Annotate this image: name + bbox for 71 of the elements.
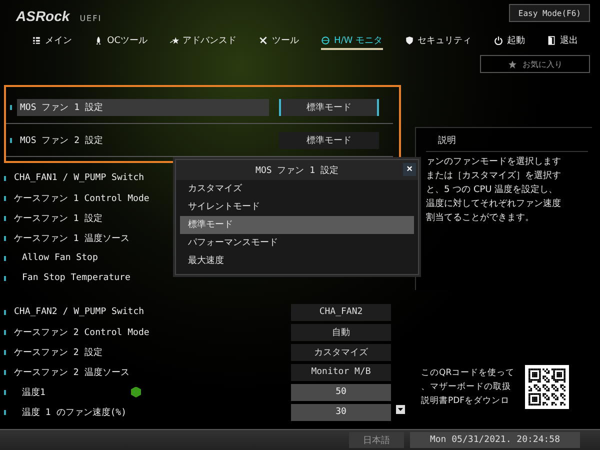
nav-tab[interactable]: H/W モニタ: [320, 32, 382, 50]
row-marker: [4, 390, 6, 394]
value-button[interactable]: 標準モード: [279, 98, 379, 116]
dialog-title: MOS ファン 1 設定: [256, 164, 338, 176]
row-marker: [4, 310, 6, 314]
setting-label[interactable]: ケースファン 2 温度ソース: [11, 364, 291, 380]
row-marker: [4, 350, 6, 354]
nav-tab[interactable]: 起動: [494, 32, 525, 50]
description-text: 割当てることができます。: [426, 212, 535, 225]
description-text: ァンのファンモードを選択します: [426, 156, 562, 169]
nav-tab[interactable]: ツール: [258, 32, 299, 50]
setting-label[interactable]: Fan Stop Temperature: [19, 271, 405, 285]
door-icon: [546, 36, 556, 44]
power-icon: [494, 36, 503, 44]
value-button[interactable]: Monitor M/B: [291, 364, 391, 380]
dialog-option[interactable]: 標準モード: [180, 216, 414, 234]
description-text: または［カスタマイズ］を選択す: [426, 170, 562, 183]
setting-label[interactable]: ケースファン 2 Control Mode: [11, 324, 291, 340]
qr-caption: このQRコードを使って: [421, 367, 515, 380]
setting-label[interactable]: 温度 1 のファン速度(%): [19, 404, 291, 420]
qr-caption: 説明書PDFをダウンロ: [421, 395, 511, 408]
qr-code: [524, 365, 569, 409]
logo-subtitle: UEFI: [80, 14, 102, 23]
row-marker: [4, 256, 6, 260]
qr-caption: 、マザーボードの取扱: [421, 381, 512, 394]
dialog-option[interactable]: パフォーマンスモード: [180, 234, 414, 252]
date-time: Mon 05/31/2021. 20:24:58: [410, 432, 580, 448]
nav-tab[interactable]: メイン: [32, 32, 72, 50]
close-button[interactable]: ×: [403, 163, 416, 176]
value-field[interactable]: 50: [291, 384, 391, 400]
value-button[interactable]: 自動: [291, 324, 391, 340]
nav-tab[interactable]: セキュリティ: [404, 32, 472, 50]
dialog-option[interactable]: 最大速度: [180, 252, 414, 270]
description-text: 温度に対してそれぞれファン速度: [426, 198, 562, 211]
row-marker: [4, 330, 6, 334]
row-marker: [10, 104, 12, 110]
nav-tab[interactable]: アドバンスド: [170, 32, 237, 50]
star-icon: [508, 60, 516, 68]
value-field[interactable]: 30: [291, 404, 391, 420]
favorites-button[interactable]: お気に入り: [480, 55, 590, 73]
language-button[interactable]: 日本語: [349, 432, 404, 448]
nav-tab[interactable]: OCツール: [94, 32, 148, 50]
setting-label[interactable]: 温度1: [19, 384, 131, 400]
row-marker: [4, 370, 6, 374]
star-icon: [170, 36, 179, 44]
description-title: 説明: [437, 134, 457, 148]
scroll-down-icon[interactable]: [396, 405, 405, 414]
row-marker: [4, 276, 6, 280]
value-button[interactable]: カスタマイズ: [291, 344, 391, 360]
list-icon: [32, 36, 41, 44]
row-marker: [4, 216, 6, 220]
nav-tab[interactable]: 退出: [546, 32, 578, 50]
row-marker: [4, 176, 6, 180]
row-marker: [10, 138, 12, 142]
row-marker: [4, 236, 6, 240]
value-button[interactable]: 標準モード: [279, 132, 379, 148]
setting-label[interactable]: MOS ファン 1 設定: [17, 98, 269, 116]
setting-label[interactable]: ケースファン 2 設定: [11, 344, 291, 360]
row-marker: [4, 196, 6, 200]
rocket-icon: [94, 36, 104, 44]
shield-icon: [404, 36, 414, 44]
row-marker: [4, 410, 6, 414]
easy-mode-button[interactable]: Easy Mode(F6): [509, 4, 590, 22]
setting-label[interactable]: MOS ファン 2 設定: [17, 132, 269, 148]
dialog-option[interactable]: サイレントモード: [180, 198, 414, 216]
logo: ASRock: [16, 8, 70, 24]
value-button[interactable]: CHA_FAN2: [291, 304, 391, 320]
setting-label[interactable]: CHA_FAN2 / W_PUMP Switch: [11, 305, 291, 319]
globe-icon: [320, 36, 330, 44]
dialog-option[interactable]: カスタマイズ: [180, 180, 414, 198]
description-text: と、5 つの CPU 温度を設定し、: [426, 184, 559, 197]
